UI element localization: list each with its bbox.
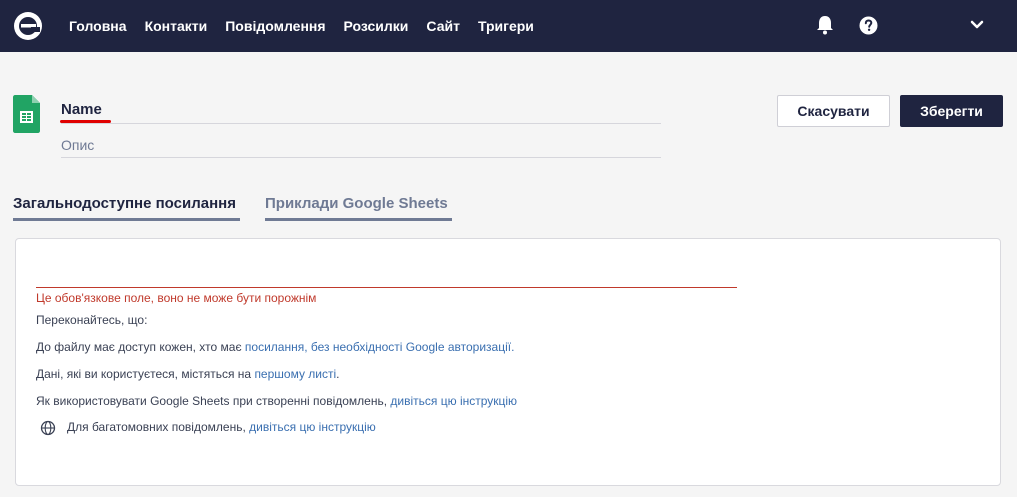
name-field[interactable]: Name [60, 100, 661, 124]
error-message: Це обов'язкове поле, воно не може бути п… [36, 291, 317, 305]
access-link[interactable]: посилання, без необхідності Google автор… [245, 340, 514, 354]
info-line-access-text: До файлу має доступ кожен, хто має [36, 340, 245, 354]
nav-item-triggers[interactable]: Тригери [478, 18, 534, 34]
first-sheet-link[interactable]: першому листі [254, 367, 336, 381]
info-line-first-sheet-text: Дані, які ви користуєтеся, містяться на [36, 367, 255, 381]
ensure-text: Переконайтесь, що: [36, 313, 148, 327]
e-logo-icon[interactable] [13, 11, 43, 41]
info-line-multilingual: Для багатомовних повідомлень, дивіться ц… [67, 420, 376, 434]
instructions-link[interactable]: дивіться цю інструкцію [390, 394, 517, 408]
content-card: Це обов'язкове поле, воно не може бути п… [15, 238, 1001, 486]
bell-icon[interactable] [816, 15, 834, 35]
spellcheck-underline [60, 120, 111, 123]
multilingual-instructions-link[interactable]: дивіться цю інструкцію [249, 420, 376, 434]
tab-public-link[interactable]: Загальнодоступне посилання [13, 195, 240, 221]
save-button[interactable]: Зберегти [900, 95, 1003, 127]
nav-item-contacts[interactable]: Контакти [145, 18, 208, 34]
tab-google-sheets-examples[interactable]: Приклади Google Sheets [265, 195, 452, 221]
help-icon[interactable] [859, 16, 878, 35]
nav-item-messages[interactable]: Повідомлення [225, 18, 325, 34]
nav-item-site[interactable]: Сайт [426, 18, 460, 34]
name-field-value: Name [61, 101, 102, 118]
info-line-first-sheet-end: . [336, 367, 340, 381]
info-line-multilingual-text: Для багатомовних повідомлень, [67, 420, 250, 434]
cancel-button[interactable]: Скасувати [777, 95, 890, 127]
link-input-field[interactable] [36, 287, 737, 288]
globe-icon [40, 420, 56, 436]
info-line-instructions: Як використовувати Google Sheets при ств… [36, 394, 517, 408]
description-placeholder: Опис [61, 137, 95, 153]
nav-item-home[interactable]: Головна [69, 18, 127, 34]
info-line-access: До файлу має доступ кожен, хто має посил… [36, 340, 514, 354]
google-sheets-icon [13, 95, 40, 133]
chevron-down-icon[interactable] [970, 19, 984, 31]
info-line-first-sheet: Дані, які ви користуєтеся, містяться на … [36, 367, 340, 381]
info-line-instructions-text: Як використовувати Google Sheets при ств… [36, 394, 391, 408]
top-navigation-bar: Головна Контакти Повідомлення Розсилки С… [0, 0, 1017, 52]
description-field[interactable]: Опис [61, 134, 661, 158]
main-nav: Головна Контакти Повідомлення Розсилки С… [69, 0, 552, 52]
nav-item-campaigns[interactable]: Розсилки [344, 18, 409, 34]
